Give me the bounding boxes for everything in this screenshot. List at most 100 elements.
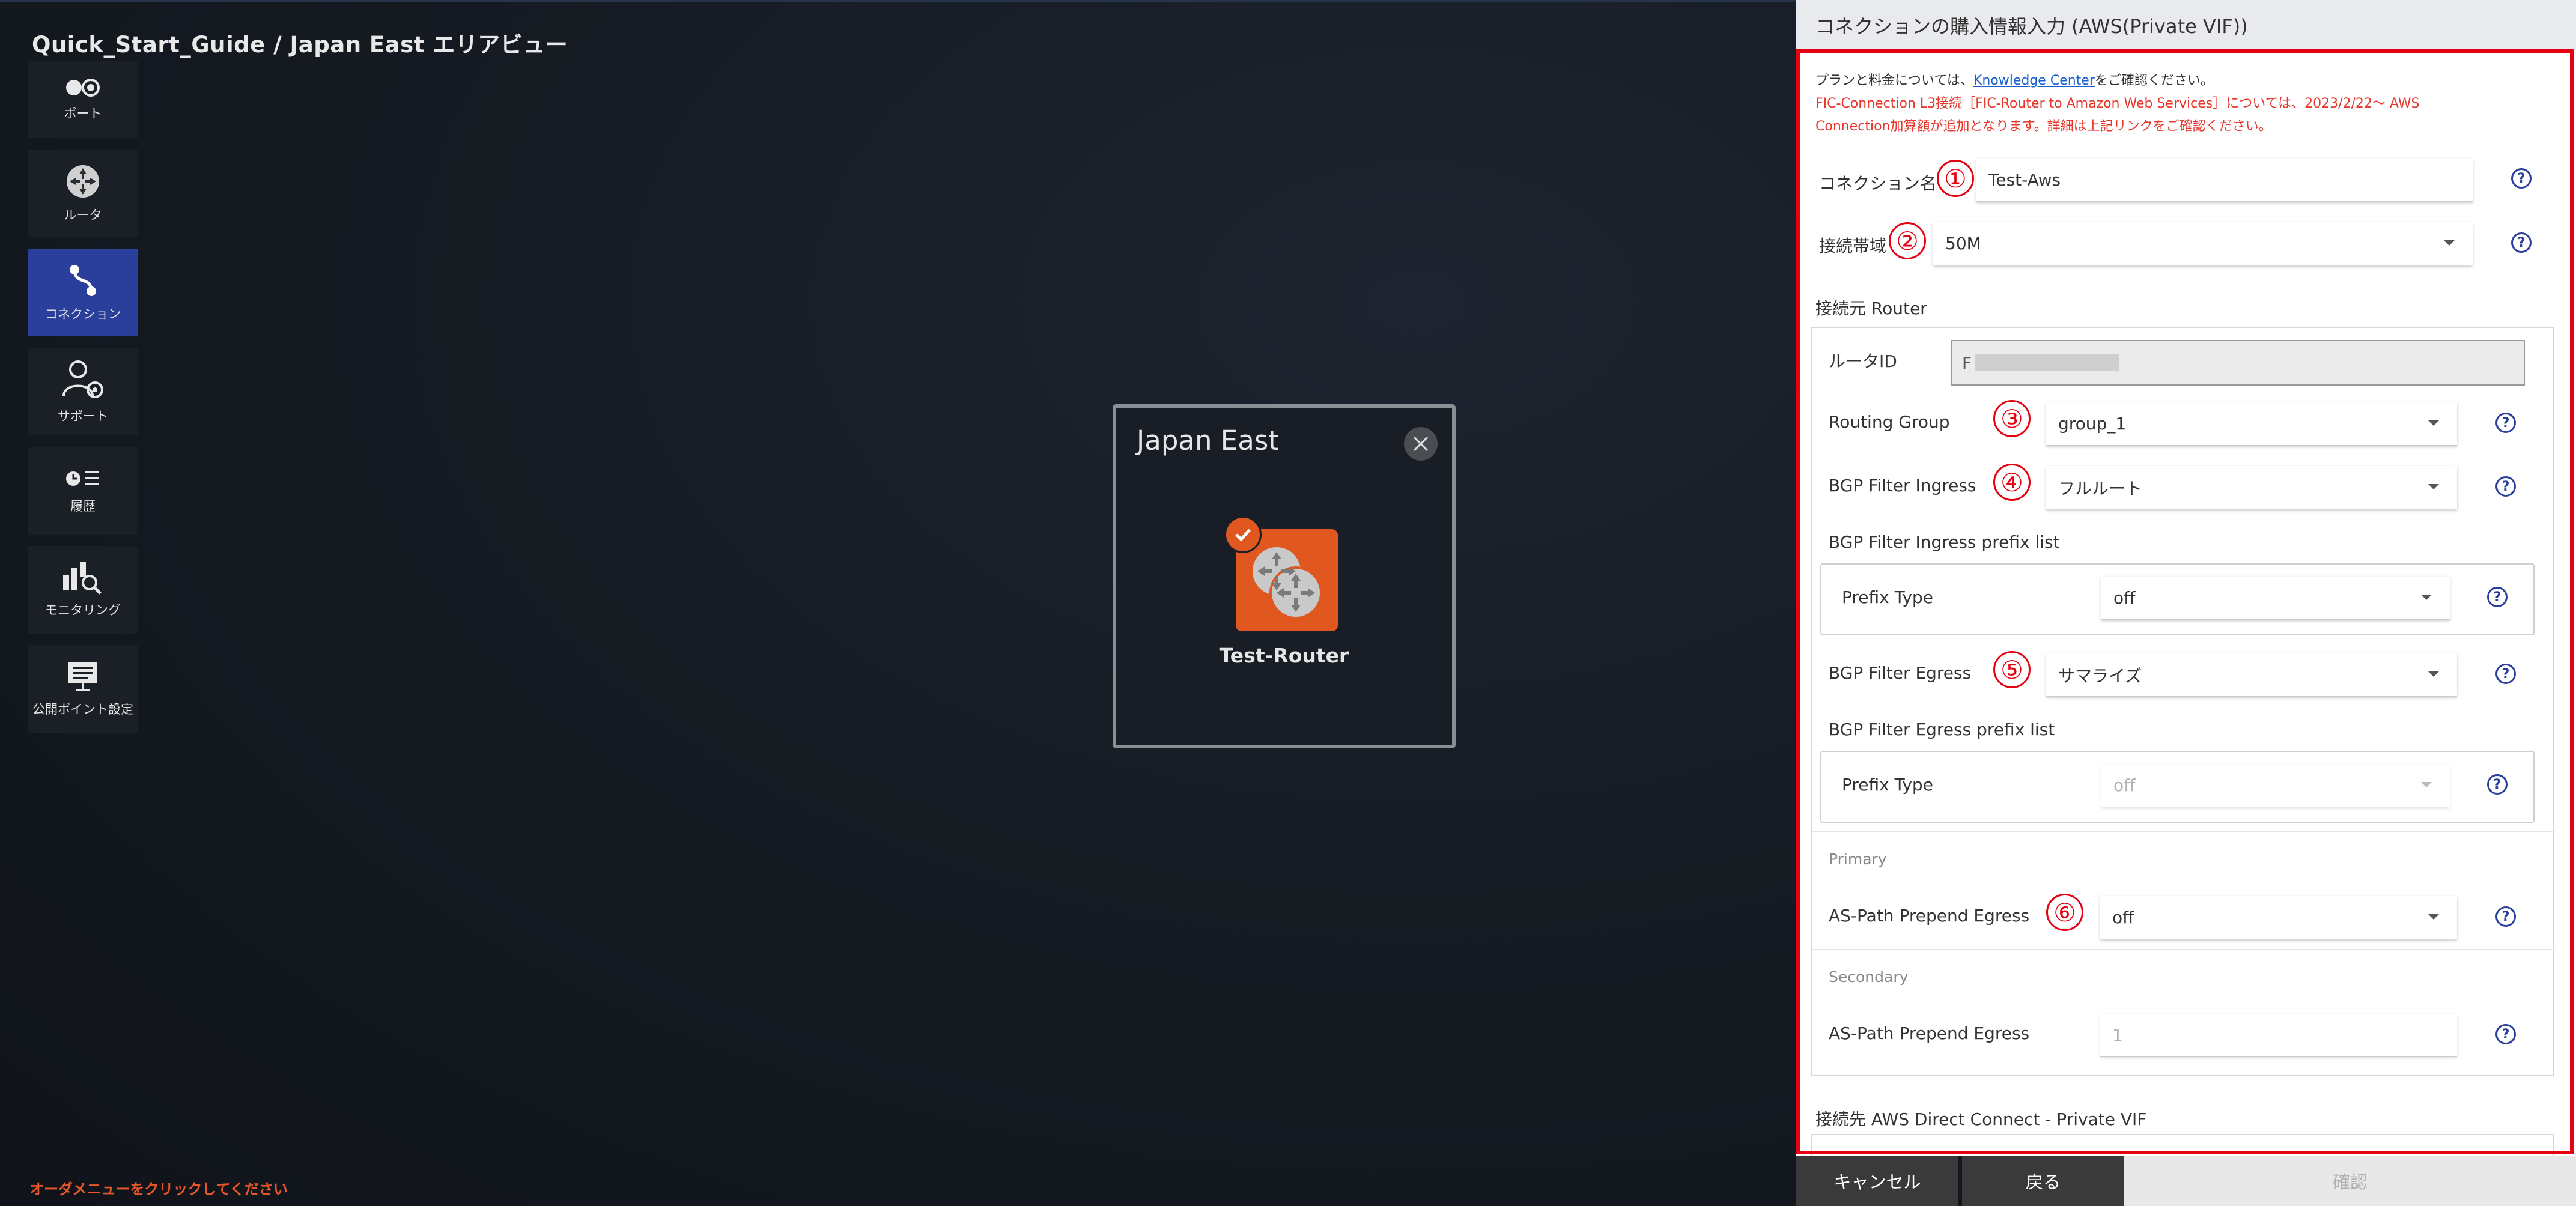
- egress-prefix-type-label: Prefix Type: [1842, 775, 1933, 795]
- bgp-ingress-select[interactable]: フルルート: [2046, 466, 2457, 509]
- help-icon[interactable]: ?: [2496, 413, 2516, 433]
- support-icon: [62, 360, 103, 398]
- status-message: オーダメニューをクリックしてください: [29, 1181, 288, 1198]
- chevron-down-icon: [2421, 595, 2432, 600]
- plan-note: プランと料金については、Knowledge Centerをご確認ください。: [1815, 70, 2214, 89]
- ingress-prefix-type-select[interactable]: off: [2101, 577, 2450, 620]
- port-icon: [66, 79, 100, 97]
- ingress-prefix-type-label: Prefix Type: [1842, 587, 1933, 607]
- sidebar-item-label: サポート: [58, 409, 108, 423]
- bandwidth-select[interactable]: 50M: [1933, 222, 2473, 265]
- help-icon[interactable]: ?: [2511, 168, 2532, 189]
- sidebar-item-label: 公開ポイント設定: [32, 702, 133, 717]
- breadcrumb: Quick_Start_Guide / Japan East エリアビュー: [32, 32, 568, 58]
- primary-as-path-label: AS-Path Prepend Egress: [1829, 906, 2030, 926]
- purchase-form-panel: プランと料金については、Knowledge Centerをご確認ください。 FI…: [1796, 50, 2576, 1156]
- bgp-egress-label: BGP Filter Egress: [1829, 663, 1972, 683]
- help-icon[interactable]: ?: [2487, 587, 2508, 607]
- divider: [1812, 831, 2553, 832]
- bgp-ingress-label: BGP Filter Ingress: [1829, 476, 1976, 495]
- divider: [1812, 949, 2553, 950]
- top-edge-line: [0, 0, 1796, 2]
- egress-prefix-type-value: off: [2113, 775, 2136, 795]
- primary-heading: Primary: [1829, 850, 1887, 868]
- help-icon[interactable]: ?: [2487, 774, 2508, 795]
- egress-prefix-box: Prefix Type off ?: [1820, 751, 2535, 823]
- public-point-icon: [68, 662, 97, 691]
- area-modal: Japan East Test-Router: [1113, 404, 1456, 748]
- primary-as-path-select[interactable]: off: [2100, 896, 2457, 939]
- back-button[interactable]: 戻る: [1962, 1156, 2124, 1206]
- confirm-button[interactable]: 確認: [2124, 1156, 2576, 1206]
- secondary-as-path-input[interactable]: 1: [2100, 1014, 2457, 1057]
- sidebar-item-label: ルータ: [64, 208, 102, 222]
- routing-group-value: group_1: [2058, 414, 2127, 434]
- marker-1: ①: [1937, 160, 1974, 197]
- chevron-down-icon: [2428, 420, 2439, 426]
- redacted-block: [1975, 354, 2120, 371]
- routing-group-label: Routing Group: [1829, 412, 1950, 432]
- chevron-down-icon: [2428, 484, 2439, 489]
- source-router-heading: 接続元 Router: [1815, 298, 1927, 318]
- marker-3: ③: [1993, 400, 2031, 437]
- router-id-value: F: [1962, 353, 1972, 373]
- chevron-down-icon: [2444, 240, 2455, 246]
- connection-name-input[interactable]: Test-Aws: [1976, 159, 2473, 202]
- chevron-down-icon: [2421, 782, 2432, 787]
- router-icon: [1250, 545, 1322, 619]
- sidebar-item-public-point[interactable]: 公開ポイント設定: [28, 645, 138, 733]
- cancel-button[interactable]: キャンセル: [1796, 1156, 1958, 1206]
- router-id-field: F: [1951, 340, 2525, 386]
- area-modal-title: Japan East: [1137, 425, 1279, 456]
- bgp-ingress-value: フルルート: [2058, 478, 2143, 498]
- ingress-prefix-type-value: off: [2113, 588, 2136, 608]
- connection-icon: [70, 265, 96, 296]
- sidebar-item-label: コネクション: [45, 307, 121, 321]
- help-icon[interactable]: ?: [2496, 1024, 2516, 1044]
- close-icon: [1413, 436, 1429, 452]
- panel-title: コネクションの購入情報入力 (AWS(Private VIF)): [1796, 0, 2576, 50]
- ingress-prefix-box: Prefix Type off ?: [1820, 563, 2535, 635]
- sidebar-item-port[interactable]: ポート: [28, 61, 138, 138]
- ingress-prefix-heading: BGP Filter Ingress prefix list: [1829, 532, 2060, 552]
- warning-line-2: Connection加算額が追加となります。詳細は上記リンクをご確認ください。: [1815, 119, 2272, 134]
- connection-name-label: コネクション名: [1819, 174, 1937, 193]
- help-icon[interactable]: ?: [2496, 906, 2516, 927]
- marker-6: ⑥: [2046, 894, 2083, 931]
- destination-heading: 接続先 AWS Direct Connect - Private VIF: [1815, 1109, 2147, 1129]
- secondary-as-path-label: AS-Path Prepend Egress: [1829, 1023, 2030, 1043]
- checkmark-icon: [1235, 529, 1251, 542]
- sidebar-item-router[interactable]: ルータ: [28, 150, 138, 237]
- destination-group: [1811, 1134, 2554, 1156]
- primary-as-path-value: off: [2112, 908, 2134, 927]
- selected-check-badge: [1224, 516, 1262, 553]
- help-icon[interactable]: ?: [2496, 664, 2516, 684]
- monitoring-icon: [63, 562, 102, 595]
- history-icon: [66, 471, 99, 486]
- router-name: Test-Router: [1219, 644, 1349, 667]
- chevron-down-icon: [2428, 914, 2439, 920]
- sidebar-item-label: モニタリング: [45, 603, 121, 617]
- warning-line-1: FIC-Connection L3接続［FIC-Router to Amazon…: [1815, 96, 2420, 111]
- sidebar-item-connection[interactable]: コネクション: [28, 249, 138, 336]
- plan-note-prefix: プランと料金については、: [1815, 73, 1973, 88]
- bandwidth-label: 接続帯域: [1819, 236, 1887, 256]
- knowledge-center-link[interactable]: Knowledge Center: [1973, 73, 2095, 88]
- help-icon[interactable]: ?: [2511, 232, 2532, 253]
- sidebar-item-monitoring[interactable]: モニタリング: [28, 546, 138, 634]
- help-icon[interactable]: ?: [2496, 476, 2516, 497]
- source-router-group: ルータID F Routing Group ③ group_1 ? BGP Fi…: [1811, 327, 2554, 1076]
- close-button[interactable]: [1404, 427, 1438, 461]
- sidebar-item-label: 履歴: [70, 499, 96, 514]
- routing-group-select[interactable]: group_1: [2046, 402, 2457, 446]
- marker-2: ②: [1889, 222, 1926, 259]
- bgp-egress-select[interactable]: サマライズ: [2046, 653, 2457, 697]
- marker-5: ⑤: [1993, 651, 2031, 688]
- chevron-down-icon: [2428, 671, 2439, 677]
- sidebar-item-label: ポート: [64, 106, 102, 121]
- egress-prefix-type-select[interactable]: off: [2101, 764, 2450, 807]
- plan-note-suffix: をご確認ください。: [2094, 73, 2214, 88]
- sidebar-item-support[interactable]: サポート: [28, 348, 138, 435]
- sidebar-item-history[interactable]: 履歴: [28, 447, 138, 535]
- egress-prefix-heading: BGP Filter Egress prefix list: [1829, 720, 2055, 739]
